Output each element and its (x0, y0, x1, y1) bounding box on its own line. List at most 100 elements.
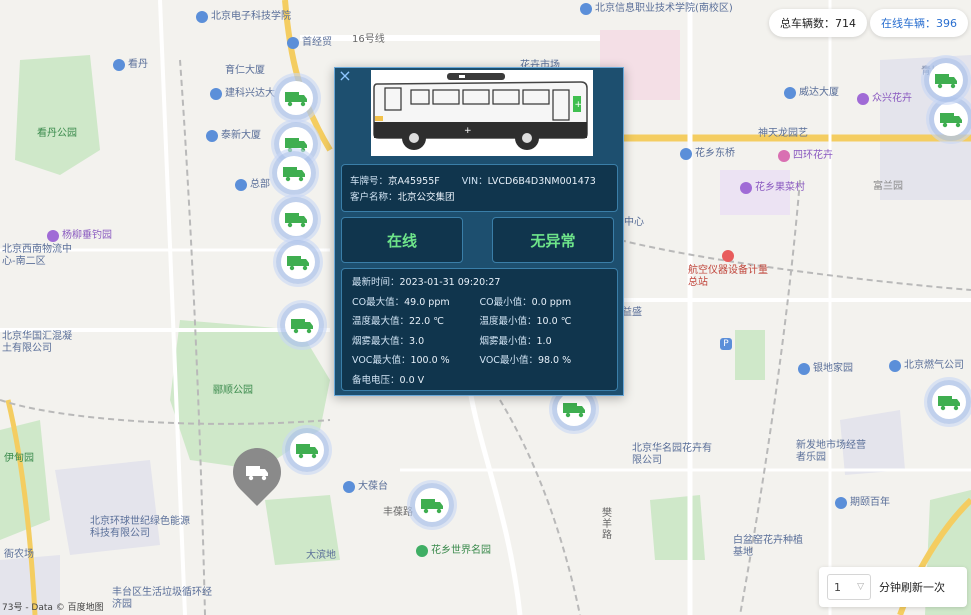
online-vehicles-badge: 在线车辆： 396 (870, 9, 968, 37)
shop-icon (778, 150, 790, 162)
poi-label: 大滨地 (306, 550, 336, 561)
metro-line-label: 16号线 (352, 34, 385, 45)
truck-icon (940, 113, 962, 128)
poi-label: 威达大厦 (799, 87, 839, 98)
poi-label: 神天龙园艺 (758, 128, 808, 139)
co-min-value: 0.0 ppm (531, 296, 572, 308)
subway-icon (343, 481, 355, 493)
poi-13[interactable]: 郦顺公园 (213, 385, 253, 397)
poi-label: 伊甸园 (4, 453, 34, 464)
poi-40[interactable]: 中心 (624, 217, 644, 229)
subway-icon (680, 148, 692, 160)
latest-time-label: 最新时间： (352, 277, 400, 288)
smoke-min-label: 烟雾最小值： (479, 335, 537, 347)
close-icon[interactable]: × (337, 68, 353, 84)
vehicle-marker[interactable] (276, 240, 320, 284)
poi-1[interactable]: 北京信息职业技术学院(南校区) (580, 3, 733, 15)
poi-20[interactable]: 丰台区生活垃圾循环经济园 (112, 587, 212, 611)
poi-label: 花乡世界名园 (431, 545, 491, 556)
poi-18[interactable]: 大滨地 (306, 550, 336, 562)
poi-19[interactable]: 花乡世界名园 (416, 545, 491, 557)
poi-label: 北京环球世纪绿色能源科技有限公司 (90, 516, 190, 539)
building-icon (835, 497, 847, 509)
refresh-suffix-label: 分钟刷新一次 (879, 581, 945, 594)
poi-27[interactable]: 花乡果菜村 (740, 182, 805, 194)
plate-value: 京A45955F (388, 176, 440, 187)
poi-34[interactable]: 北京华名园花卉有限公司 (632, 443, 712, 467)
building-icon (798, 363, 810, 375)
poi-31[interactable]: P (720, 338, 732, 350)
poi-25[interactable]: 花乡东桥 (680, 148, 735, 160)
poi-12[interactable]: 北京华国汇混凝土有限公司 (2, 331, 74, 355)
poi-label: 育仁大厦 (225, 65, 265, 76)
truck-icon (938, 396, 960, 411)
poi-label: 北京华国汇混凝土有限公司 (2, 331, 72, 354)
poi-label: 郦顺公园 (213, 385, 253, 396)
truck-icon (421, 499, 443, 514)
poi-9[interactable]: 看丹公园 (37, 128, 77, 140)
vin-label: VIN： (461, 176, 488, 187)
vehicle-identity-panel: 车牌号： 京A45955F VIN： LVCD6B4D3NM001473 客户名… (341, 164, 618, 212)
online-vehicles-value: 396 (936, 16, 957, 30)
poi-30[interactable]: 益盛 (622, 307, 642, 319)
poi-29[interactable]: 航空仪器设备计量总站 (688, 250, 768, 289)
vehicle-marker[interactable] (929, 97, 971, 141)
poi-37[interactable]: 白盆窑花卉种植基地 (733, 535, 803, 559)
poi-3[interactable]: 首经贸 (287, 37, 332, 49)
poi-7[interactable]: 泰新大厦 (206, 130, 261, 142)
poi-14[interactable]: 伊甸园 (4, 453, 34, 465)
building-icon (206, 130, 218, 142)
vehicle-marker[interactable] (280, 303, 324, 347)
poi-label: 中心 (624, 217, 644, 228)
poi-11[interactable]: 北京西南物流中心-南二区 (2, 244, 82, 268)
vehicle-marker[interactable] (272, 151, 316, 195)
poi-6[interactable]: 建科兴达大 (210, 88, 275, 100)
poi-15[interactable]: 北京环球世纪绿色能源科技有限公司 (90, 516, 190, 540)
vehicle-marker[interactable] (927, 380, 971, 424)
poi-36[interactable]: 期颐百年 (835, 497, 890, 509)
vehicle-marker[interactable] (274, 76, 318, 120)
temp-max-label: 温度最大值： (352, 316, 410, 327)
building-icon (235, 179, 247, 191)
poi-label: 北京电子科技学院 (211, 11, 291, 22)
battery-voltage-label: 备电电压： (352, 374, 400, 386)
poi-26[interactable]: 四环花卉 (778, 150, 833, 162)
voc-max-value: 100.0 % (410, 355, 450, 366)
poi-24[interactable]: 神天龙园艺 (758, 128, 808, 140)
total-vehicles-value: 714 (835, 16, 856, 30)
poi-32[interactable]: 银地家园 (798, 363, 853, 375)
refresh-interval-value: 1 (834, 580, 841, 594)
map-attribution: 73号 - Data © 百度地图 (2, 603, 104, 613)
poi-label: 航空仪器设备计量总站 (688, 265, 768, 288)
svg-text:+: + (464, 126, 472, 136)
poi-2[interactable]: 看丹 (113, 59, 148, 71)
vehicle-marker[interactable] (924, 58, 968, 102)
vehicle-marker[interactable] (410, 483, 454, 527)
vehicle-marker[interactable] (285, 428, 329, 472)
poi-22[interactable]: 威达大厦 (784, 87, 839, 99)
poi-35[interactable]: 新发地市场经营者乐园 (796, 440, 866, 464)
poi-label: 泰新大厦 (221, 130, 261, 141)
truck-icon (563, 403, 585, 418)
vehicle-marker[interactable] (274, 197, 318, 241)
voc-min-label: VOC最小值： (479, 355, 538, 366)
refresh-interval-select[interactable]: 1 ▽ (827, 574, 871, 600)
poi-label: 北京信息职业技术学院(南校区) (595, 3, 733, 14)
smoke-max-value: 3.0 (409, 335, 425, 347)
plate-label: 车牌号： (350, 176, 389, 187)
poi-8[interactable]: 总部 (235, 179, 270, 191)
smoke-max-label: 烟雾最大值： (352, 335, 410, 347)
poi-5[interactable]: 育仁大厦 (225, 65, 265, 77)
temp-max-value: 22.0 ℃ (409, 316, 444, 327)
poi-33[interactable]: 北京燃气公司 (889, 360, 964, 372)
poi-23[interactable]: 众兴花卉 (857, 93, 912, 105)
poi-label: 看丹 (128, 59, 148, 70)
poi-41[interactable]: 衙农场 (4, 549, 34, 561)
poi-0[interactable]: 北京电子科技学院 (196, 11, 291, 23)
area-label: 富兰园 (873, 181, 903, 192)
vin-value: LVCD6B4D3NM001473 (487, 176, 596, 187)
poi-10[interactable]: 杨柳垂钓园 (47, 230, 112, 242)
poi-label: 银地家园 (813, 363, 853, 374)
building-icon (889, 360, 901, 372)
poi-16[interactable]: 大葆台 (343, 481, 388, 493)
